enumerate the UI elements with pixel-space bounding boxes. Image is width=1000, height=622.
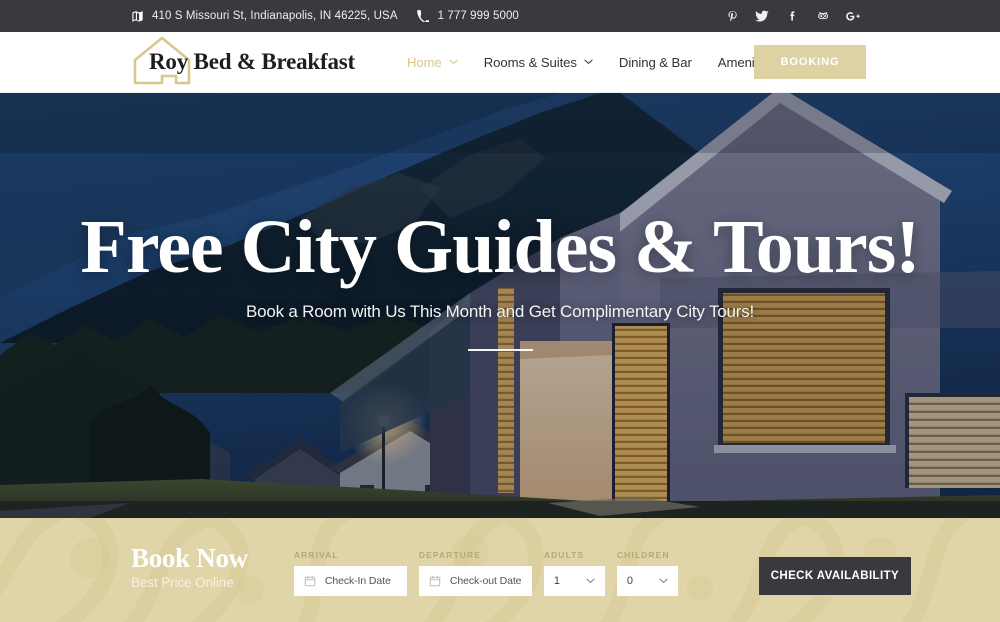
hero-section: Free City Guides & Tours! Book a Room wi… (0, 93, 1000, 518)
booking-form: Book Now Best Price Online ARRIVAL Check… (131, 544, 1000, 596)
book-now-heading: Book Now Best Price Online (131, 544, 248, 595)
address-item: 410 S Missouri St, Indianapolis, IN 4622… (131, 10, 398, 23)
chevron-down-icon (449, 59, 458, 65)
nav-item-rooms-suites[interactable]: Rooms & Suites (484, 55, 593, 70)
hero-subtitle: Book a Room with Us This Month and Get C… (245, 301, 755, 321)
nav-label: Home (406, 54, 442, 70)
field-children: CHILDREN 0 (616, 549, 678, 596)
phone-text: 1 777 999 5000 (437, 10, 519, 22)
pinterest-icon[interactable] (717, 0, 747, 32)
chevron-down-icon (584, 59, 593, 65)
children-value: 0 (626, 574, 633, 587)
checkin-placeholder: Check-In Date (324, 574, 391, 587)
children-select[interactable]: 0 (616, 565, 678, 596)
calendar-icon (429, 575, 441, 587)
checkin-date-input[interactable]: Check-In Date (293, 565, 407, 596)
social-links (717, 0, 867, 32)
top-bar: 410 S Missouri St, Indianapolis, IN 4622… (0, 0, 1000, 32)
page-root: 410 S Missouri St, Indianapolis, IN 4622… (0, 0, 1000, 622)
field-arrival: ARRIVAL Check-In Date (293, 549, 407, 596)
google-plus-icon[interactable] (837, 0, 867, 32)
adults-value: 1 (553, 574, 560, 587)
address-text: 410 S Missouri St, Indianapolis, IN 4622… (152, 10, 398, 22)
checkout-date-input[interactable]: Check-out Date (418, 565, 532, 596)
chevron-down-icon (659, 578, 668, 584)
hero-divider (467, 348, 533, 351)
tripadvisor-icon[interactable] (807, 0, 837, 32)
field-label-adults: ADULTS (543, 549, 585, 560)
booking-button[interactable]: BOOKING (754, 45, 866, 79)
book-now-title: Book Now (131, 543, 248, 574)
topbar-contact-group: 410 S Missouri St, Indianapolis, IN 4622… (131, 10, 519, 23)
field-adults: ADULTS 1 (543, 549, 605, 596)
hero-content: Free City Guides & Tours! Book a Room wi… (0, 93, 1000, 518)
booking-bar: Book Now Best Price Online ARRIVAL Check… (0, 518, 1000, 622)
twitter-icon[interactable] (747, 0, 777, 32)
phone-icon (417, 10, 430, 23)
field-label-children: CHILDREN (616, 549, 670, 560)
field-departure: DEPARTURE Check-out Date (418, 549, 532, 596)
book-now-subtitle: Best Price Online (131, 574, 234, 590)
nav-label: Dining & Bar (618, 54, 692, 70)
phone-item[interactable]: 1 777 999 5000 (417, 10, 519, 23)
logo[interactable]: Roy Bed & Breakfast (131, 34, 355, 90)
site-header: Roy Bed & Breakfast Home Rooms & Suites … (0, 32, 1000, 93)
hero-title: Free City Guides & Tours! (80, 204, 920, 289)
checkout-placeholder: Check-out Date (449, 574, 522, 587)
check-availability-button[interactable]: CHECK AVAILABILITY (758, 556, 911, 595)
nav-label: Rooms & Suites (483, 54, 577, 70)
nav-item-home[interactable]: Home (407, 55, 458, 70)
facebook-icon[interactable] (777, 0, 807, 32)
logo-text: Roy Bed & Breakfast (149, 49, 355, 74)
chevron-down-icon (586, 578, 595, 584)
adults-select[interactable]: 1 (543, 565, 605, 596)
field-label-arrival: ARRIVAL (293, 549, 339, 560)
nav-item-dining-bar[interactable]: Dining & Bar (619, 55, 692, 70)
map-icon (131, 10, 144, 23)
field-label-departure: DEPARTURE (418, 549, 482, 560)
calendar-icon (304, 575, 316, 587)
